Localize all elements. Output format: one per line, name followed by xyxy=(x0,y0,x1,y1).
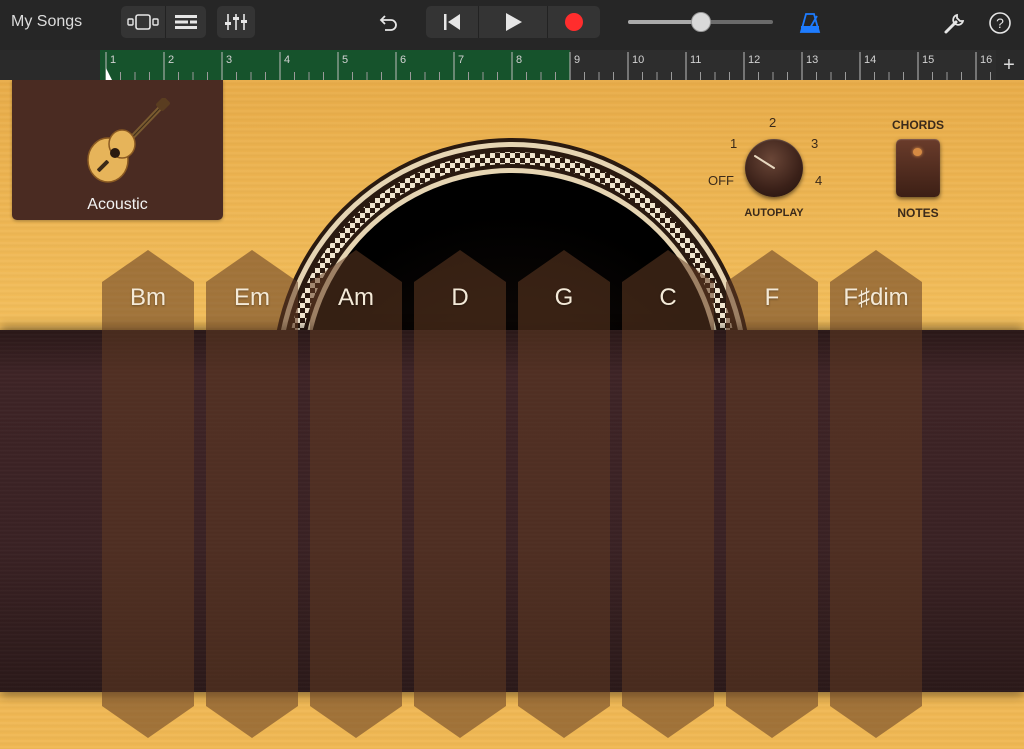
go-to-start-button[interactable] xyxy=(426,6,478,38)
chord-strip-fsharp-dim[interactable]: F♯dim xyxy=(830,250,922,738)
ruler-bar-number: 13 xyxy=(806,54,818,66)
help-icon: ? xyxy=(988,11,1012,35)
chord-label: F♯dim xyxy=(843,284,909,311)
chord-label: Em xyxy=(234,284,270,311)
ruler-bar-number: 8 xyxy=(516,54,522,66)
chord-strip-shape xyxy=(622,250,714,738)
ruler-bar-number: 11 xyxy=(690,54,701,66)
chord-strip-bm[interactable]: Bm xyxy=(102,250,194,738)
chord-strip-shape xyxy=(310,250,402,738)
ruler-bar-number: 12 xyxy=(748,54,760,66)
ruler-bar-number: 15 xyxy=(922,54,934,66)
ruler-bar-number: 3 xyxy=(226,54,232,66)
volume-knob[interactable] xyxy=(690,12,711,32)
autoplay-option-3[interactable]: 3 xyxy=(811,136,818,151)
volume-fill xyxy=(628,20,701,24)
acoustic-guitar-icon xyxy=(87,98,170,183)
chord-strip-am[interactable]: Am xyxy=(310,250,402,738)
ruler-bar-number: 6 xyxy=(400,54,406,66)
ruler-bar-number: 4 xyxy=(284,54,290,66)
chord-strip-shape xyxy=(206,250,298,738)
mixer-group xyxy=(217,6,255,38)
autoplay-option-off[interactable]: OFF xyxy=(708,173,734,188)
browser-view-button[interactable] xyxy=(121,6,165,38)
ruler-bar-number: 10 xyxy=(632,54,644,66)
skip-to-start-icon xyxy=(442,13,462,31)
chord-strip-g[interactable]: G xyxy=(518,250,610,738)
chord-strip-shape xyxy=(102,250,194,738)
ruler-bar-number: 2 xyxy=(168,54,174,66)
view-buttons-group xyxy=(121,6,206,38)
record-button[interactable] xyxy=(547,6,600,38)
chords-label: CHORDS xyxy=(891,118,944,132)
autoplay-knob[interactable] xyxy=(745,139,803,197)
timeline-ruler: 1 2 3 4 5 6 7 8 9 10 11 12 13 14 15 16 + xyxy=(0,50,1024,80)
play-button[interactable] xyxy=(478,6,547,38)
chord-strip-shape xyxy=(414,250,506,738)
ruler-header xyxy=(0,50,100,80)
master-volume-slider[interactable] xyxy=(628,12,773,32)
ruler-bar-number: 16 xyxy=(980,54,992,66)
chord-strip-c[interactable]: C xyxy=(622,250,714,738)
autoplay-option-1[interactable]: 1 xyxy=(730,136,737,151)
garageband-app: My Songs ? 1 2 3 4 5 6 7 8 9 10 11 12 13… xyxy=(0,0,1024,749)
chord-label: D xyxy=(451,284,469,311)
autoplay-option-2[interactable]: 2 xyxy=(769,115,776,130)
chord-strip-shape xyxy=(726,250,818,738)
ruler-bar-number: 14 xyxy=(864,54,876,66)
chord-label: F xyxy=(764,284,780,311)
svg-text:?: ? xyxy=(996,15,1004,31)
add-section-button[interactable]: + xyxy=(998,54,1020,76)
autoplay-option-4[interactable]: 4 xyxy=(815,173,822,188)
ruler-bar-number: 5 xyxy=(342,54,348,66)
instrument-selector[interactable]: Acoustic xyxy=(12,80,223,220)
smart-guitar-body: Acoustic OFF 1 2 3 4 AUTOPLAY CHORDS NOT… xyxy=(0,80,1024,749)
help-button[interactable]: ? xyxy=(986,9,1014,37)
switch-led xyxy=(913,148,922,156)
ruler-bar-number: 1 xyxy=(110,54,116,66)
chord-strip-em[interactable]: Em xyxy=(206,250,298,738)
playhead[interactable] xyxy=(106,68,112,80)
browser-view-icon xyxy=(126,13,160,31)
chord-strip-d[interactable]: D xyxy=(414,250,506,738)
autoplay-knob-indicator xyxy=(754,155,775,169)
mixer-button[interactable] xyxy=(217,6,255,38)
chord-label: G xyxy=(554,284,574,311)
chords-notes-switch[interactable] xyxy=(896,139,940,197)
tracks-view-icon xyxy=(174,13,198,31)
transport-group xyxy=(426,6,600,38)
chord-label: Am xyxy=(338,284,374,311)
wrench-icon xyxy=(943,11,967,35)
metronome-icon xyxy=(798,12,822,34)
play-icon xyxy=(503,12,523,32)
chord-label: C xyxy=(659,284,677,311)
tracks-view-button[interactable] xyxy=(165,6,206,38)
undo-icon xyxy=(377,13,399,33)
undo-button[interactable] xyxy=(374,9,402,37)
chord-strip-shape xyxy=(830,250,922,738)
instrument-name: Acoustic xyxy=(87,196,148,213)
ruler-bar-number: 7 xyxy=(458,54,464,66)
ruler-track[interactable]: 1 2 3 4 5 6 7 8 9 10 11 12 13 14 15 16 xyxy=(100,50,996,80)
notes-label: NOTES xyxy=(897,206,939,220)
settings-button[interactable] xyxy=(941,9,969,37)
top-toolbar: My Songs ? xyxy=(0,0,1024,50)
my-songs-button[interactable]: My Songs xyxy=(11,13,82,31)
ruler-ticks: 1 2 3 4 5 6 7 8 9 10 11 12 13 14 15 16 xyxy=(105,52,992,80)
chord-strip-shape xyxy=(518,250,610,738)
autoplay-label: AUTOPLAY xyxy=(744,207,804,219)
record-icon xyxy=(564,12,584,32)
chord-label: Bm xyxy=(130,284,166,311)
ruler-bar-number: 9 xyxy=(574,54,580,66)
metronome-button[interactable] xyxy=(796,9,824,37)
mixer-sliders-icon xyxy=(224,12,248,32)
chord-strip-f[interactable]: F xyxy=(726,250,818,738)
